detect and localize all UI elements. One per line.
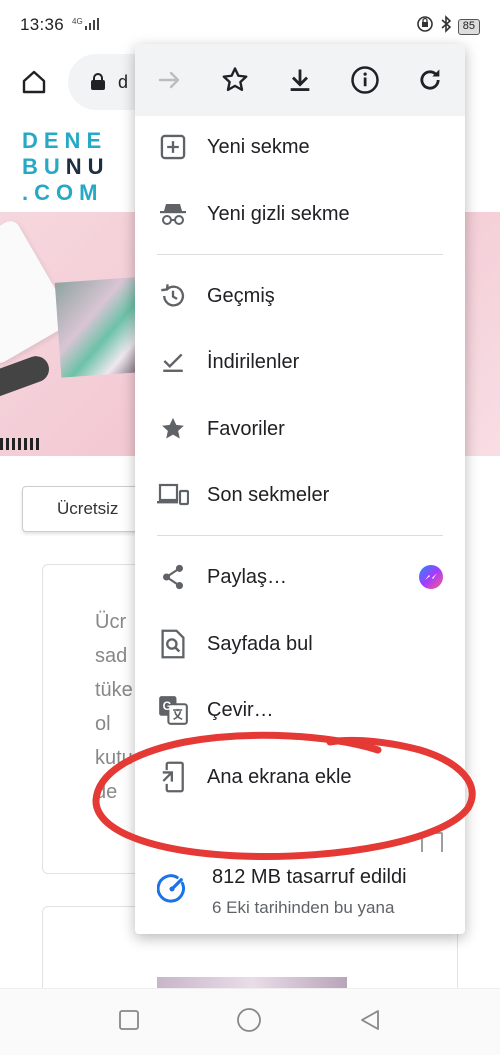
reload-button[interactable] [406,56,454,104]
menu-item-translate[interactable]: G Çevir… [135,677,465,743]
card-line: Ücr [95,611,127,633]
network-indicator: 4G [72,16,83,26]
speedometer-icon [156,874,187,909]
back-button[interactable] [358,1008,382,1037]
download-button[interactable] [276,56,324,104]
menu-item-label: Favoriler [207,417,285,440]
new-tab-icon [157,131,189,163]
menu-item-find-in-page[interactable]: Sayfada bul [135,611,465,677]
data-savings-row[interactable]: 812 MB tasarruf edildi 6 Eki tarihinden … [135,852,465,928]
card-line: sad [95,645,128,667]
alarm-icon [416,15,434,38]
card-text: Ücr sad tüke ol kutu de [95,605,133,809]
system-nav-bar [0,988,500,1055]
menu-item-label: Yeni gizli sekme [207,202,350,225]
menu-item-label: Paylaş… [207,565,288,588]
card-line: tüke [95,679,133,701]
circle-icon [237,1007,261,1032]
translate-icon: G [157,694,189,726]
savings-title: 812 MB tasarruf edildi [212,866,407,888]
back-triangle-icon [361,1009,379,1030]
url-text: d [118,71,129,92]
status-time: 13:36 [20,15,65,34]
svg-text:G: G [163,701,172,713]
lock-icon [91,73,105,90]
logo-line-1: DENE [22,128,108,153]
menu-item-label: İndirilenler [207,350,300,373]
signal-icon [84,15,99,35]
menu-item-downloads[interactable]: İndirilenler [135,329,465,395]
info-icon [351,66,379,94]
menu-item-label: Ana ekrana ekle [207,765,352,788]
home-nav-button[interactable] [236,1007,262,1038]
share-icon [157,561,189,593]
bookmark-button[interactable] [211,56,259,104]
desktop-site-checkbox[interactable] [421,832,443,852]
battery-indicator: 85 [457,18,480,35]
incognito-icon [157,198,189,230]
hero-palette [54,277,142,378]
menu-divider [157,535,443,536]
add-to-home-icon [157,761,189,793]
menu-item-recent-tabs[interactable]: Son sekmeler [135,462,465,528]
find-in-page-icon [157,628,189,660]
menu-action-bar [135,44,465,116]
menu-item-history[interactable]: Geçmiş [135,263,465,329]
status-right: 85 [416,15,480,38]
card-line: de [95,781,118,803]
messenger-icon[interactable] [419,565,443,589]
menu-item-bookmarks[interactable]: Favoriler [135,396,465,462]
forward-arrow-icon [158,71,179,89]
menu-item-label: Yeni sekme [207,135,310,158]
home-icon [22,70,46,94]
site-logo[interactable]: DENE BUNU .COM [22,128,110,206]
menu-divider [157,254,443,255]
menu-item-label: Çevir… [207,698,274,721]
menu-item-label: Geçmiş [207,284,275,307]
logo-line-2: BUNU [22,154,110,179]
page-info-button[interactable] [341,56,389,104]
star-filled-icon [157,413,189,445]
savings-subtitle: 6 Eki tarihinden bu yana [212,898,395,917]
recents-button[interactable] [118,1009,140,1036]
card-line: ol [95,713,111,735]
overflow-menu: Yeni sekme Yeni gizli sekme Geçmiş İndir… [135,44,465,934]
menu-item-incognito-tab[interactable]: Yeni gizli sekme [135,181,465,247]
star-outline-icon [222,67,248,92]
menu-item-add-to-home[interactable]: Ana ekrana ekle [135,744,465,810]
menu-item-label: Sayfada bul [207,632,313,655]
square-icon [119,1009,139,1030]
status-bar: 13:36 4G 85 [0,0,500,50]
bluetooth-icon [440,15,452,38]
card-line: kutu [95,747,133,769]
menu-item-label: Son sekmeler [207,483,330,506]
download-icon [290,69,310,91]
menu-item-share[interactable]: Paylaş… [135,544,465,610]
forward-button[interactable] [146,56,194,104]
logo-line-3: .COM [22,180,104,205]
home-button[interactable] [14,62,54,102]
hero-comb [0,438,40,450]
screen: 13:36 4G 85 d DENE BUNU .COM Ücretsiz Üc… [0,0,500,1055]
devices-icon [157,479,189,511]
menu-item-new-tab[interactable]: Yeni sekme [135,114,465,180]
history-icon [157,280,189,312]
refresh-icon [420,69,440,90]
downloads-check-icon [157,346,189,378]
